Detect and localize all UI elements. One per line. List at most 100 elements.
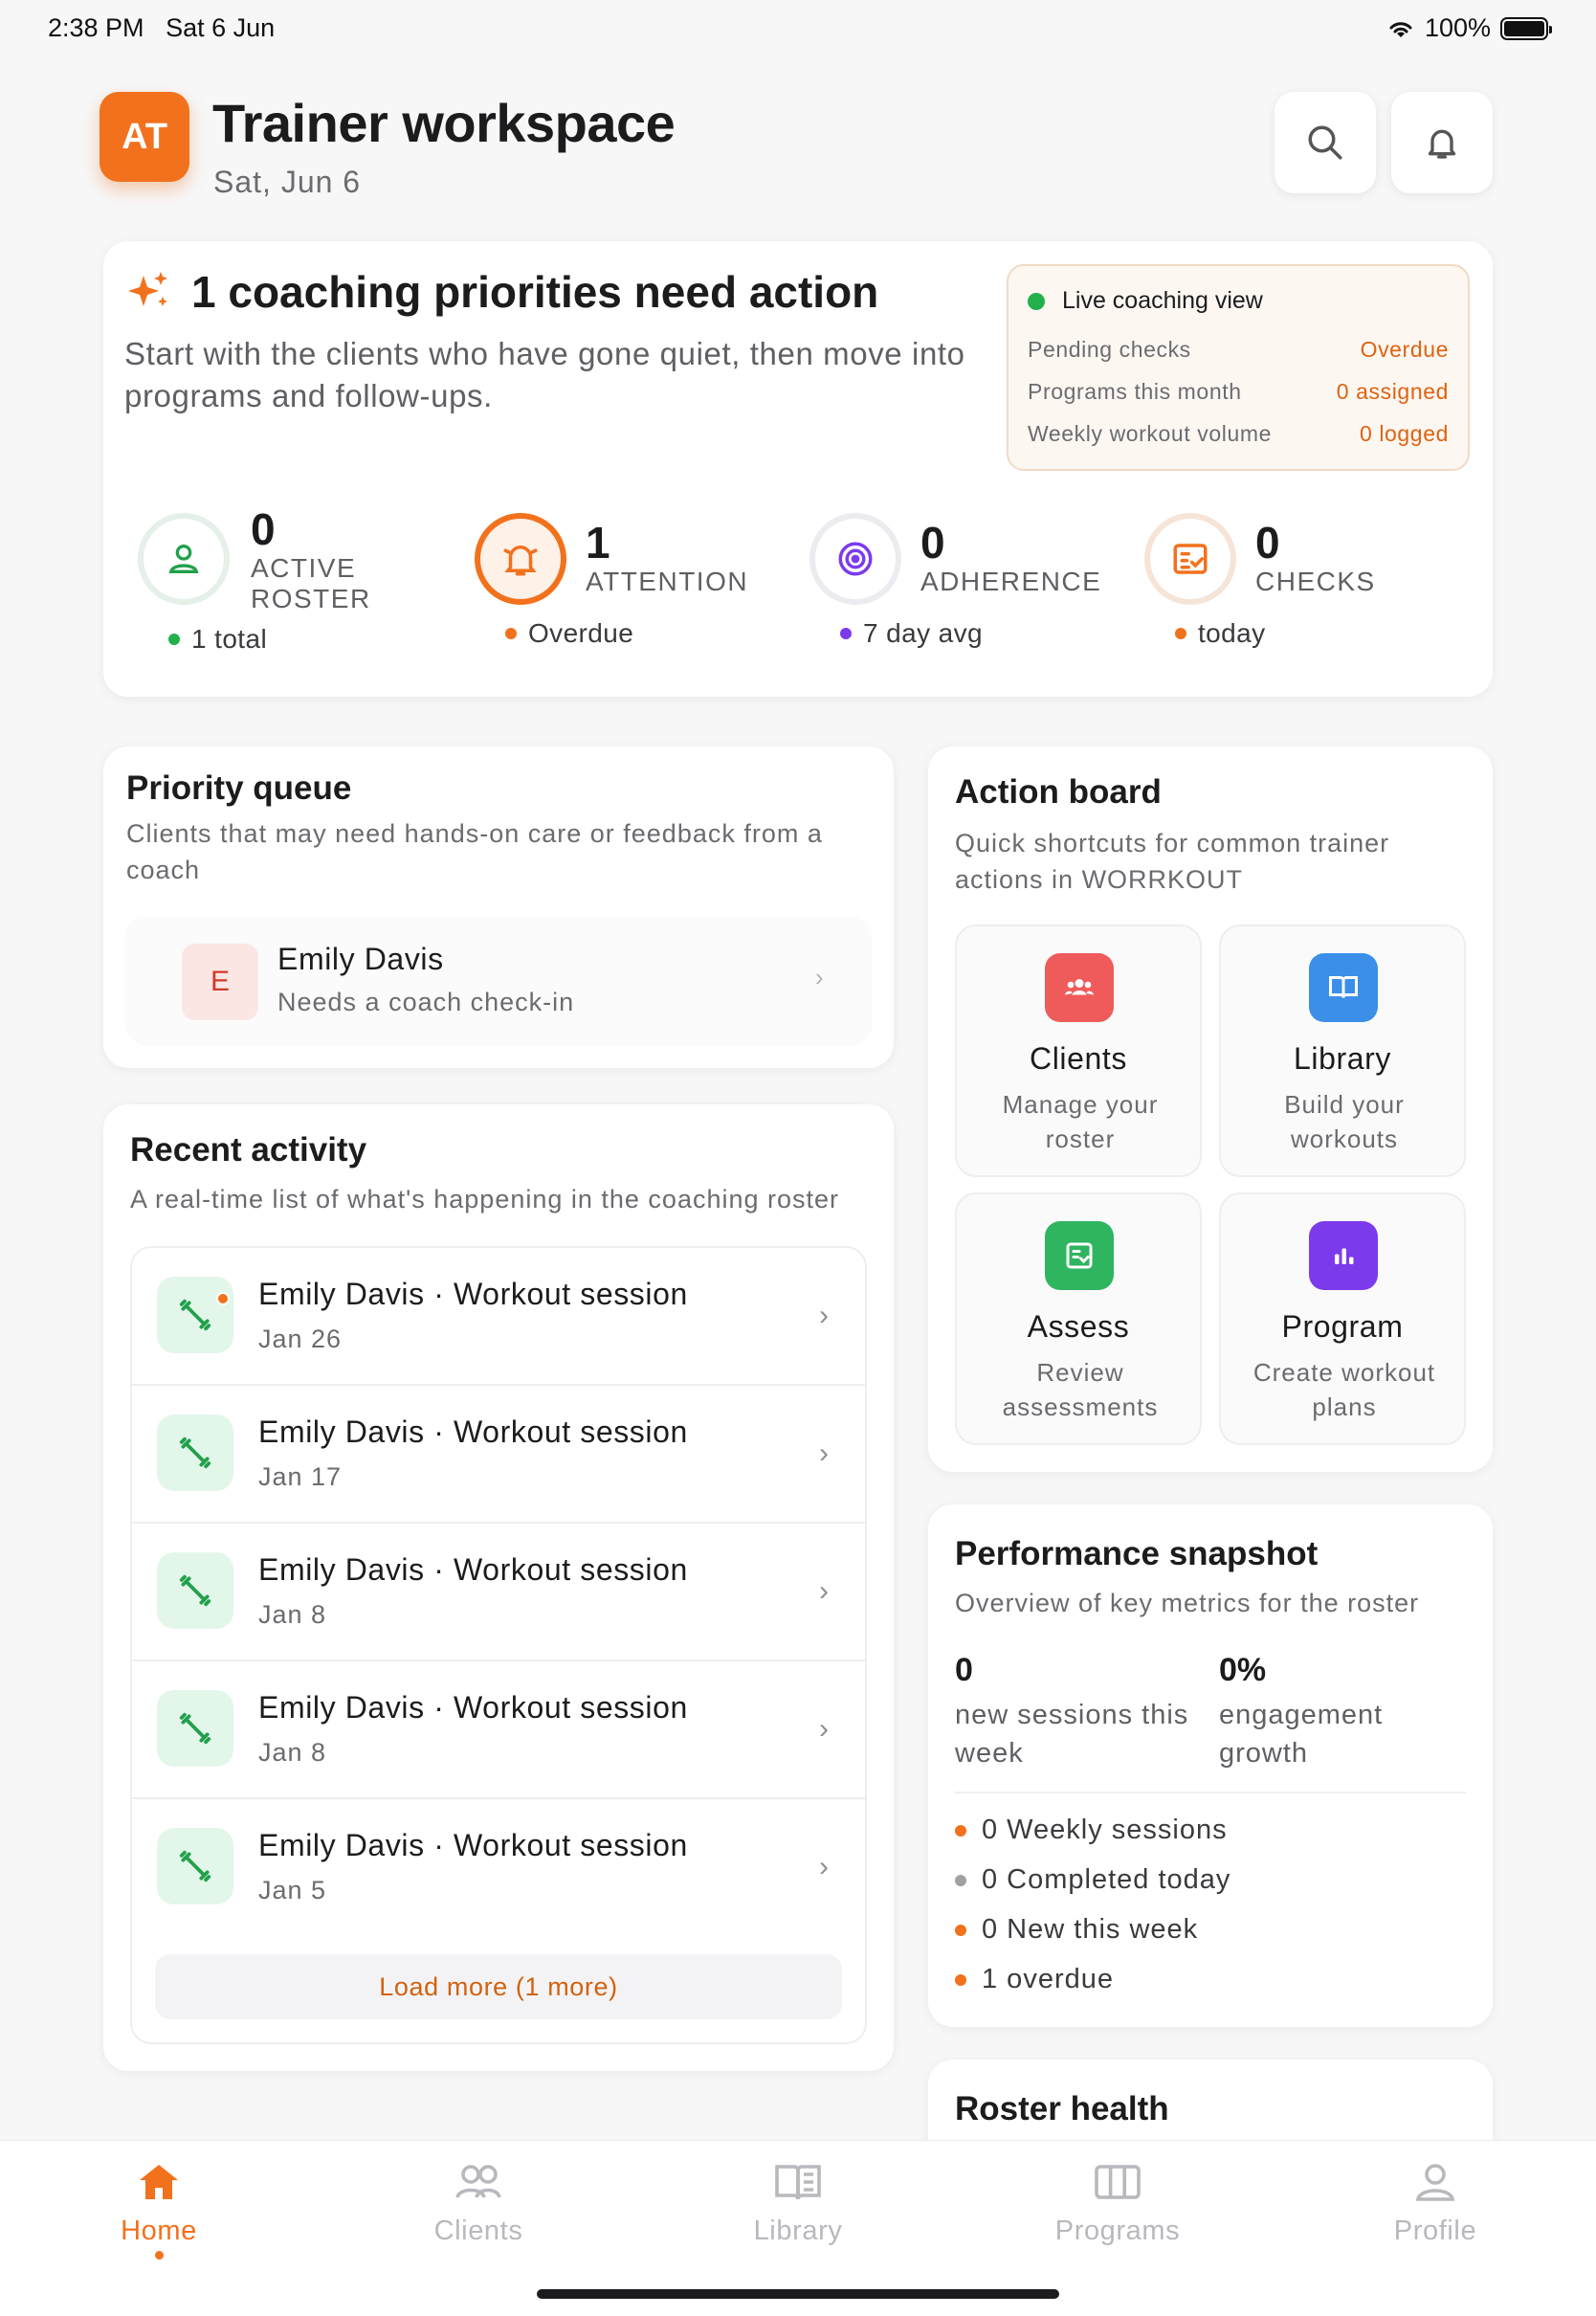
- tile-subtitle: Review assessments: [1002, 1358, 1159, 1421]
- action-board-subtitle: Quick shortcuts for common trainer actio…: [955, 829, 1390, 894]
- users-icon: [1045, 953, 1114, 1022]
- roster-health-title: Roster health: [955, 2090, 1169, 2127]
- page-title: Trainer workspace: [212, 93, 676, 153]
- activity-title: Emily Davis · Workout session: [258, 1414, 688, 1449]
- tab-programs[interactable]: Programs: [1022, 2161, 1213, 2247]
- client-name: Emily Davis: [277, 942, 444, 976]
- dumbbell-icon: [157, 1277, 233, 1353]
- stat-checks-value: 0: [1255, 518, 1280, 568]
- performance-title: Performance snapshot: [955, 1535, 1319, 1572]
- chevron-right-icon: ›: [819, 1713, 829, 1745]
- dumbbell-icon: [157, 1552, 233, 1629]
- search-button[interactable]: [1275, 92, 1376, 193]
- metric-sessions-value: 0: [955, 1652, 973, 1688]
- live-row-pending: Pending checks Overdue: [1028, 337, 1449, 362]
- priority-queue-subtitle: Clients that may need hands-on care or f…: [126, 819, 823, 884]
- activity-row[interactable]: Emily Davis · Workout session Jan 26 ›: [132, 1248, 865, 1386]
- stat-adherence-foot: 7 day avg: [840, 618, 983, 649]
- chevron-right-icon: ›: [819, 1851, 829, 1882]
- live-coaching-title: Live coaching view: [1062, 287, 1263, 314]
- recent-activity-subtitle: A real-time list of what's happening in …: [130, 1185, 840, 1214]
- action-tile-library[interactable]: Library Build your workouts: [1219, 924, 1466, 1177]
- tab-profile[interactable]: Profile: [1340, 2161, 1531, 2247]
- action-tile-clients[interactable]: Clients Manage your roster: [955, 924, 1202, 1177]
- tab-clients[interactable]: Clients: [383, 2161, 574, 2247]
- action-tile-program[interactable]: Program Create workout plans: [1219, 1192, 1466, 1445]
- stat-active-roster-foot: 1 total: [168, 624, 267, 655]
- perf-line-overdue: 1 overdue: [955, 1964, 1114, 1995]
- priority-queue-title: Priority queue: [126, 769, 352, 807]
- clipboard-icon: [1045, 1221, 1114, 1290]
- adherence-stat-icon: [809, 513, 901, 605]
- checklist-icon: [1173, 544, 1208, 574]
- chevron-right-icon: ›: [819, 1575, 829, 1607]
- tile-title: Assess: [1027, 1309, 1130, 1344]
- dumbbell-icon: [157, 1690, 233, 1767]
- tab-library[interactable]: Library: [702, 2161, 894, 2247]
- tab-home[interactable]: Home: [63, 2161, 255, 2260]
- performance-subtitle: Overview of key metrics for the roster: [955, 1589, 1420, 1617]
- bar-chart-icon: [1309, 1221, 1378, 1290]
- activity-row[interactable]: Emily Davis · Workout session Jan 8 ›: [132, 1661, 865, 1799]
- bell-alert-icon: [503, 546, 538, 576]
- dumbbell-icon: [157, 1414, 233, 1491]
- status-time: 2:38 PM Sat 6 Jun: [48, 13, 276, 42]
- attention-stat-icon: [475, 513, 566, 605]
- client-note: Needs a coach check-in: [277, 988, 575, 1016]
- activity-title: Emily Davis · Workout session: [258, 1552, 688, 1587]
- sparkle-icon: [128, 272, 167, 306]
- metric-engagement-label: engagement growth: [1219, 1700, 1384, 1769]
- activity-title: Emily Davis · Workout session: [258, 1828, 688, 1862]
- activity-date: Jan 17: [258, 1462, 343, 1491]
- stat-attention-label: ATTENTION: [586, 567, 749, 596]
- client-avatar: E: [182, 944, 258, 1020]
- chevron-right-icon: ›: [819, 1437, 829, 1469]
- recent-activity-title: Recent activity: [130, 1131, 367, 1169]
- chevron-right-icon: ›: [815, 963, 824, 991]
- activity-date: Jan 5: [258, 1876, 327, 1904]
- tile-title: Library: [1293, 1041, 1391, 1076]
- stat-adherence-label: ADHERENCE: [920, 567, 1102, 596]
- tab-label: Profile: [1393, 2216, 1477, 2246]
- roster-stat-icon: [138, 513, 230, 605]
- priorities-title: 1 coaching priorities need action: [191, 267, 879, 317]
- metric-sessions-label: new sessions this week: [955, 1700, 1189, 1769]
- stat-checks-label: CHECKS: [1255, 567, 1376, 596]
- tile-subtitle: Build your workouts: [1284, 1090, 1405, 1153]
- tab-label: Home: [121, 2216, 197, 2246]
- activity-row[interactable]: Emily Davis · Workout session Jan 5 ›: [132, 1799, 865, 1937]
- book-icon: [775, 2165, 821, 2200]
- stat-active-roster-label: ACTIVE ROSTER: [251, 553, 371, 613]
- page-date: Sat, Jun 6: [213, 165, 362, 199]
- avatar[interactable]: AT: [100, 92, 189, 182]
- wifi-icon: [1389, 21, 1412, 37]
- perf-line-weekly: 0 Weekly sessions: [955, 1815, 1228, 1846]
- status-indicators: 100%: [1386, 13, 1552, 43]
- priorities-subtitle: Start with the clients who have gone qui…: [124, 336, 965, 413]
- stat-adherence-value: 0: [920, 518, 945, 568]
- tile-title: Program: [1281, 1309, 1404, 1344]
- load-more-button[interactable]: Load more (1 more): [155, 1954, 842, 2019]
- activity-date: Jan 26: [258, 1325, 343, 1353]
- perf-line-completed: 0 Completed today: [955, 1864, 1230, 1896]
- search-icon: [1308, 125, 1342, 160]
- bell-icon: [1428, 129, 1456, 159]
- activity-title: Emily Davis · Workout session: [258, 1277, 688, 1311]
- columns-icon: [1095, 2165, 1141, 2199]
- activity-row[interactable]: Emily Davis · Workout session Jan 8 ›: [132, 1524, 865, 1661]
- tab-label: Library: [753, 2216, 843, 2246]
- activity-row[interactable]: Emily Davis · Workout session Jan 17 ›: [132, 1386, 865, 1524]
- notifications-button[interactable]: [1391, 92, 1493, 193]
- dumbbell-icon: [157, 1828, 233, 1904]
- action-tile-assess[interactable]: Assess Review assessments: [955, 1192, 1202, 1445]
- metric-engagement-value: 0%: [1219, 1652, 1267, 1688]
- battery-percent: 100%: [1424, 13, 1491, 42]
- live-row-volume: Weekly workout volume 0 logged: [1028, 421, 1449, 446]
- chevron-right-icon: ›: [819, 1300, 829, 1331]
- tab-label: Clients: [433, 2216, 523, 2246]
- tile-subtitle: Manage your roster: [1002, 1090, 1159, 1153]
- stat-checks-foot: today: [1175, 618, 1266, 649]
- activity-date: Jan 8: [258, 1738, 327, 1767]
- home-icon: [140, 2165, 178, 2199]
- activity-date: Jan 8: [258, 1600, 327, 1629]
